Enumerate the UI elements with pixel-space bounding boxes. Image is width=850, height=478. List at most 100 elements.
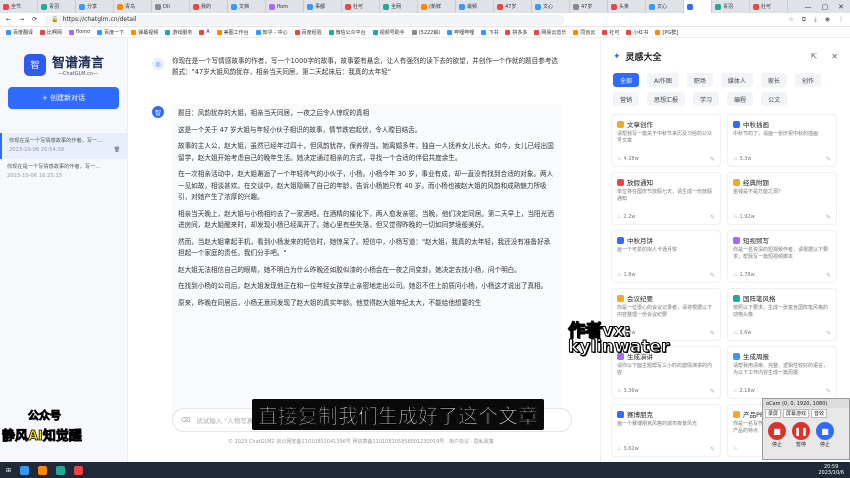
- bookmark-item[interactable]: 同创云: [573, 29, 595, 36]
- extension-icon[interactable]: ⧉: [802, 16, 806, 24]
- bookmark-item[interactable]: [PG群]: [655, 29, 678, 36]
- category-tab[interactable]: 编程: [727, 92, 754, 106]
- star-icon[interactable]: ☆: [788, 16, 793, 24]
- bookmark-item[interactable]: 百度一下: [97, 29, 124, 36]
- browser-tab[interactable]: 青鸟: [114, 0, 152, 13]
- bookmark-item[interactable]: 弹幕视频: [131, 29, 158, 36]
- bookmark-item[interactable]: 网易云音乐: [534, 29, 566, 36]
- menu-icon[interactable]: ⋮: [838, 16, 844, 24]
- bookmark-item[interactable]: 美图工作台: [216, 29, 249, 36]
- browser-tab[interactable]: 头条: [608, 0, 646, 13]
- browser-tab[interactable]: 分享: [76, 0, 114, 13]
- bookmark-item[interactable]: 游戏服务: [165, 29, 192, 36]
- browser-tab[interactable]: [684, 0, 712, 13]
- prompt-card[interactable]: 赛博朋克 画一个赛博朋克风格的城市夜景风光 ♨ 3.62w ✎: [611, 404, 721, 457]
- prompt-card[interactable]: 经典附题 金钱是不是万能之源？ ♨ 1.92w ✎: [727, 172, 837, 225]
- close-icon[interactable]: ✕: [831, 52, 838, 61]
- bookmark-item[interactable]: 哔哩哔哩: [447, 29, 474, 36]
- browser-tab[interactable]: 最频: [456, 0, 494, 13]
- browser-tab[interactable]: flom: [266, 0, 304, 13]
- recorder-tab[interactable]: 录屏: [765, 409, 782, 418]
- app-icon[interactable]: [56, 465, 66, 475]
- edit-icon[interactable]: ✎: [710, 214, 715, 221]
- stop-button-2[interactable]: ■ 停止: [815, 422, 835, 448]
- maximize-icon[interactable]: ▢: [822, 3, 829, 11]
- start-icon[interactable]: ⊞: [6, 467, 11, 474]
- edit-icon[interactable]: ✎: [826, 214, 831, 221]
- browser-tab[interactable]: 青羽: [38, 0, 76, 13]
- prompt-card[interactable]: 文章创作 请帮我写一篇关于中秋节来历及习俗的公众号文章 ♨ 4.28w ✎: [611, 114, 721, 167]
- bookmark-item[interactable]: 百度经验: [294, 29, 322, 36]
- browser-tab[interactable]: 47岁: [494, 0, 532, 13]
- close-window-icon[interactable]: ✕: [838, 3, 844, 11]
- app-icon[interactable]: [20, 465, 30, 475]
- history-item[interactable]: 你现在是一个写情感故事的作者，写一... 2023-10-06 16:25:15: [0, 159, 127, 185]
- minimize-icon[interactable]: —: [805, 3, 812, 11]
- bookmark-item[interactable]: 拼多多: [505, 29, 527, 36]
- history-item[interactable]: 你现在是一个写情感故事的作者。写一... 2023-10-06 20:54:39…: [0, 133, 127, 159]
- bookmark-item[interactable]: (5222解): [411, 29, 440, 36]
- browser-tab[interactable]: DII: [152, 0, 190, 13]
- screen-recorder-window[interactable]: oCam (0, 0, 1920, 1080) 录屏 屏幕游戏 音效 ■ 停止 ❚…: [762, 398, 850, 460]
- edit-icon[interactable]: ✎: [710, 272, 715, 279]
- profile-icon[interactable]: ◉: [825, 16, 830, 24]
- browser-tab[interactable]: 社可: [342, 0, 380, 13]
- new-chat-button[interactable]: + 创建新对话: [8, 87, 119, 109]
- prompt-card[interactable]: 放假通知 单位将在国庆节放假七天，请生成一份放假通知 ♨ 2.2w ✎: [611, 172, 721, 225]
- edit-icon[interactable]: ✎: [826, 272, 831, 279]
- reload-icon[interactable]: ⟳: [32, 16, 37, 23]
- category-tab[interactable]: 创作: [794, 73, 821, 87]
- category-tab[interactable]: 学习: [693, 92, 720, 106]
- bookmark-item[interactable]: 微信公众平台: [328, 29, 366, 36]
- browser-tab[interactable]: 我的: [190, 0, 228, 13]
- download-icon[interactable]: ⤓: [814, 16, 817, 24]
- edit-icon[interactable]: ✎: [826, 330, 831, 337]
- edit-icon[interactable]: ✎: [710, 446, 715, 453]
- app-icon[interactable]: [38, 465, 48, 475]
- bookmark-item[interactable]: 社可: [602, 29, 619, 36]
- url-field[interactable]: 🔒 https://chatglm.cn/detail: [45, 14, 566, 25]
- browser-tab[interactable]: (新鲜: [418, 0, 456, 13]
- edit-icon[interactable]: ✎: [710, 330, 715, 337]
- browser-tab[interactable]: 文心: [532, 0, 570, 13]
- category-tab[interactable]: AI作图: [647, 73, 679, 87]
- category-tab[interactable]: 家长: [760, 73, 787, 87]
- recorder-tab[interactable]: 音效: [811, 409, 828, 418]
- browser-tab[interactable]: 全节: [0, 0, 38, 13]
- clear-icon[interactable]: ⌫: [181, 416, 190, 424]
- edit-icon[interactable]: ✎: [826, 388, 831, 395]
- prompt-card[interactable]: 生成周报 请帮我用清晰、完整、逻辑性较好的语言，为以下工作内容生成一篇周报 ♨ 2.1…: [727, 346, 837, 399]
- browser-tab[interactable]: 事都: [304, 0, 342, 13]
- browser-tab[interactable]: 文档: [228, 0, 266, 13]
- bookmark-item[interactable]: 百度翻译: [6, 29, 33, 36]
- bookmark-item[interactable]: 小红书: [626, 29, 648, 36]
- prompt-card[interactable]: 短视频写 你是一名资深的短视频作者，请根据以下要求，帮我写一篇短视频脚本 ♨ 1.78…: [727, 230, 837, 283]
- edit-icon[interactable]: ✎: [710, 156, 715, 163]
- browser-tab[interactable]: 社可: [750, 0, 788, 13]
- back-icon[interactable]: ←: [6, 16, 11, 23]
- pin-icon[interactable]: ⇱: [811, 52, 818, 61]
- trash-icon[interactable]: 🗑: [113, 146, 120, 155]
- prompt-card[interactable]: 中秋月饼 画一个可爱的拟人卡通月饼 ♨ 1.8w ✎: [611, 230, 721, 283]
- bookmark-item[interactable]: flomo: [69, 29, 90, 35]
- recorder-tab[interactable]: 屏幕游戏: [783, 409, 810, 418]
- browser-tab[interactable]: 青羽: [712, 0, 750, 13]
- bookmark-item[interactable]: A: [199, 29, 210, 35]
- edit-icon[interactable]: ✎: [826, 156, 831, 163]
- prompt-card[interactable]: 中秋插画 中秋节的了，请画一张庆祝中秋的插画 ♨ 3.3w ✎: [727, 114, 837, 167]
- forward-icon[interactable]: →: [19, 16, 24, 23]
- category-tab[interactable]: 营销: [613, 92, 640, 106]
- browser-tab[interactable]: 文心: [646, 0, 684, 13]
- category-tab[interactable]: 全部: [613, 73, 640, 87]
- category-tab[interactable]: 职场: [686, 73, 713, 87]
- category-tab[interactable]: 思想汇报: [647, 92, 686, 106]
- browser-tab[interactable]: 全网: [380, 0, 418, 13]
- edit-icon[interactable]: ✎: [710, 388, 715, 395]
- pause-button[interactable]: ❚❚ 暂停: [791, 422, 811, 448]
- category-tab[interactable]: 公文: [761, 92, 788, 106]
- bookmark-item[interactable]: 视频号助手: [372, 29, 405, 36]
- stop-button[interactable]: ■ 停止: [767, 422, 787, 448]
- browser-tab[interactable]: 47岁: [570, 0, 608, 13]
- app-icon[interactable]: [74, 465, 84, 475]
- system-clock[interactable]: 20:59 2023/10/6: [818, 464, 844, 476]
